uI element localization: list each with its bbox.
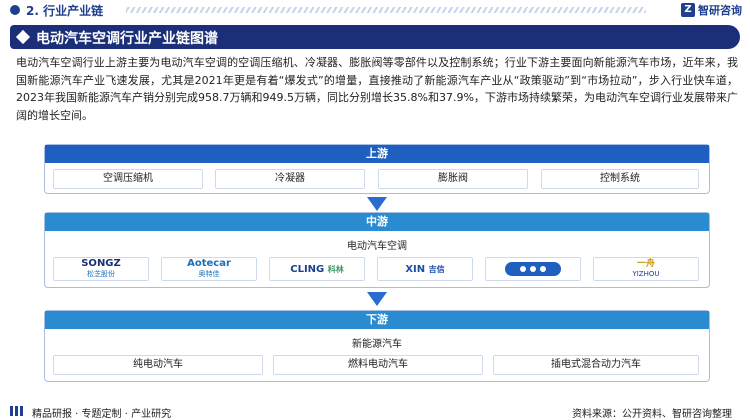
downstream-subtitle: 新能源汽车 [352,339,402,350]
brand: Z 智研咨询 [681,2,742,18]
upstream-title: 上游 [45,145,709,163]
cloud-logo-icon [505,262,561,276]
logo-cling-sub: 科林 [327,264,344,274]
logo-songz-sub: 松芝股份 [87,270,115,278]
downstream-item-fcev: 燃料电动汽车 [273,355,483,375]
upstream-item-compressor: 空调压缩机 [53,169,203,189]
title-banner: 电动汽车空调行业产业链图谱 [10,25,740,49]
upstream-item-expansion-valve: 膨胀阀 [378,169,528,189]
logo-aotecar-sub: 奥特佳 [198,270,220,278]
brand-logo-icon: Z [681,3,695,17]
logo-yizhou: 一舟 YIZHOU [593,257,699,281]
logo-aotecar: Aotecar 奥特佳 [161,257,257,281]
downstream-title: 下游 [45,311,709,329]
section-title: 2. 行业产业链 [26,4,104,18]
downstream-item-phev: 插电式混合动力汽车 [493,355,699,375]
arrow-down-icon [367,197,387,211]
midstream-subtitle: 电动汽车空调 [347,241,407,252]
logo-xin-text: XIN [405,263,426,275]
downstream-item-bev: 纯电动汽车 [53,355,263,375]
logo-yizhou-sub: 一舟 [636,259,655,269]
intro-paragraph: 电动汽车空调行业上游主要为电动汽车空调的空调压缩机、冷凝器、膨胀阀等零部件以及控… [16,56,738,122]
brand-name: 智研咨询 [698,4,742,17]
footer-source: 资料来源：公开资料、智研咨询整理 [572,409,732,420]
logo-cling-text: CLING [290,263,325,275]
diamond-icon [15,29,31,45]
logo-songz-text: SONGZ [81,258,121,269]
section-bullet-icon [10,5,20,15]
midstream-section: 中游 电动汽车空调 SONGZ 松芝股份 Aotecar 奥特佳 CLING 科… [44,212,710,288]
logo-aotecar-text: Aotecar [187,258,231,269]
upstream-item-condenser: 冷凝器 [215,169,365,189]
downstream-section: 下游 新能源汽车 纯电动汽车 燃料电动汽车 插电式混合动力汽车 [44,310,710,382]
upstream-section: 上游 空调压缩机 冷凝器 膨胀阀 控制系统 [44,144,710,194]
footer-bars-icon [10,406,23,416]
logo-xin: XIN 吉信 [377,257,473,281]
logo-songz: SONGZ 松芝股份 [53,257,149,281]
upstream-item-control-system: 控制系统 [541,169,699,189]
arrow-down-icon [367,292,387,306]
page-title: 电动汽车空调行业产业链图谱 [36,31,218,47]
midstream-title: 中游 [45,213,709,231]
logo-xin-sub: 吉信 [428,264,445,274]
footer: 精品研报 · 专题定制 · 产业研究 资料来源：公开资料、智研咨询整理 [0,402,750,420]
logo-cling: CLING 科林 [269,257,365,281]
footer-tagline: 精品研报 · 专题定制 · 产业研究 [32,409,172,420]
logo-cloud-brand [485,257,581,281]
decorative-stripes [126,7,646,13]
logo-yizhou-text: YIZHOU [632,270,660,278]
top-bar: 2. 行业产业链 Z 智研咨询 [0,0,750,20]
